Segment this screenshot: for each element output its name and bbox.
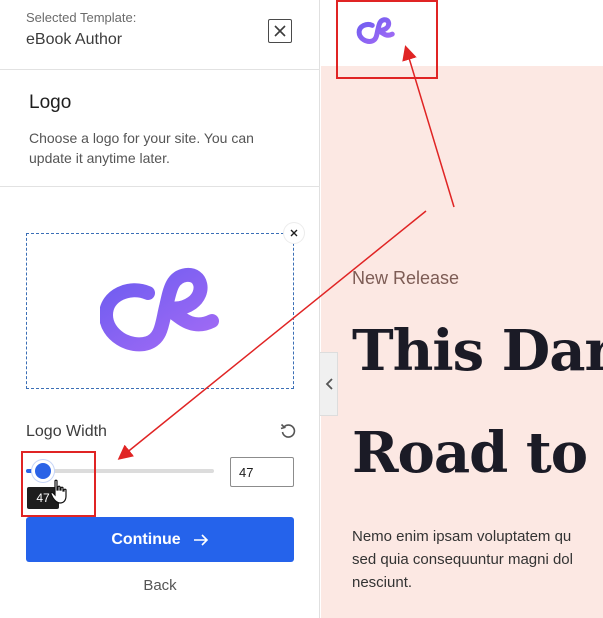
template-name: eBook Author xyxy=(26,31,123,48)
logo-width-input[interactable] xyxy=(230,457,294,487)
annotation-box xyxy=(21,451,96,517)
preview-headline-line1: This Dar xyxy=(352,318,603,384)
preview-body: Nemo enim ipsam voluptatem qu sed quia c… xyxy=(352,525,573,594)
logo-image xyxy=(100,268,219,352)
reset-icon[interactable] xyxy=(279,422,297,440)
preview-headline-line2: Road to xyxy=(352,420,588,486)
divider xyxy=(0,186,320,187)
template-label: Selected Template: xyxy=(26,10,137,25)
sidebar: Selected Template: eBook Author Logo Cho… xyxy=(0,0,320,618)
preview-body-line: Nemo enim ipsam voluptatem qu xyxy=(352,528,572,545)
close-icon xyxy=(274,25,286,37)
preview-body-line: sed quia consequuntur magni dol xyxy=(352,551,573,568)
chevron-left-icon xyxy=(325,378,333,390)
back-link[interactable]: Back xyxy=(0,577,320,594)
close-icon xyxy=(290,229,298,237)
close-button[interactable] xyxy=(268,19,292,43)
logo-upload-area[interactable] xyxy=(26,233,294,389)
annotation-box xyxy=(336,0,438,79)
divider xyxy=(0,69,320,70)
arrow-right-icon xyxy=(193,533,208,546)
continue-label: Continue xyxy=(111,530,181,548)
preview-body-line: nesciunt. xyxy=(352,574,413,591)
section-description: Choose a logo for your site. You can upd… xyxy=(29,130,254,166)
logo-width-label: Logo Width xyxy=(26,423,107,440)
collapse-sidebar-button[interactable] xyxy=(320,352,338,416)
preview-kicker: New Release xyxy=(352,268,460,288)
continue-button[interactable]: Continue xyxy=(26,517,294,562)
remove-logo-button[interactable] xyxy=(284,223,304,243)
section-title: Logo xyxy=(29,92,72,113)
